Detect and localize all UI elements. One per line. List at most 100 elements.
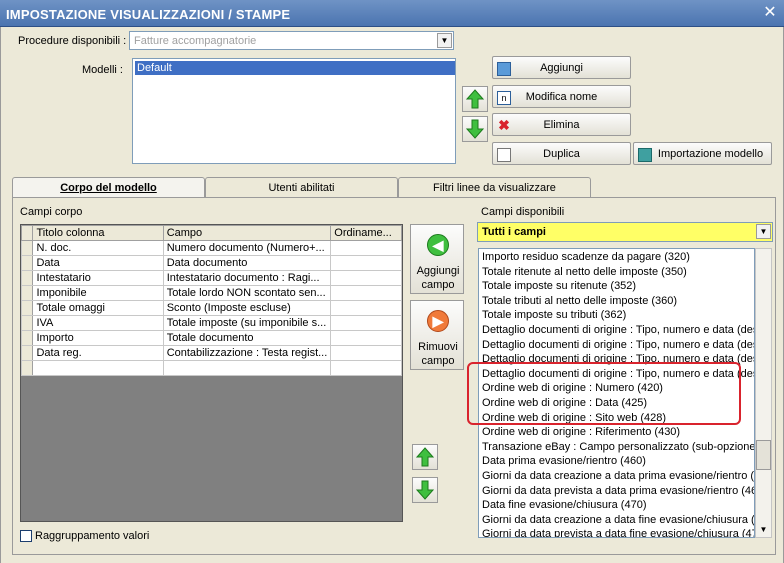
table-cell[interactable]: N. doc.	[32, 240, 164, 256]
tab-utenti-abilitati[interactable]: Utenti abilitati	[205, 177, 398, 198]
arrow-up-icon	[466, 89, 484, 109]
available-filter-select[interactable]: Tutti i campi ▼	[477, 222, 773, 242]
row-header[interactable]	[20, 285, 34, 301]
table-cell[interactable]	[330, 330, 402, 346]
window-title: IMPOSTAZIONE VISUALIZZAZIONI / STAMPE	[6, 7, 291, 22]
table-cell[interactable]	[32, 360, 164, 376]
list-item[interactable]: Ordine web di origine : Riferimento (430…	[482, 425, 680, 440]
row-header-corner	[20, 225, 34, 241]
table-cell[interactable]: Sconto (Imposte escluse)	[162, 300, 332, 316]
table-cell[interactable]: Numero documento (Numero+...	[162, 240, 332, 256]
chevron-down-icon[interactable]: ▼	[437, 33, 452, 48]
corpo-label: Campi corpo	[20, 206, 83, 218]
table-cell[interactable]: Importo	[32, 330, 164, 346]
list-item[interactable]: Dettaglio documenti di origine : Tipo, n…	[482, 338, 754, 353]
table-cell[interactable]: Data reg.	[32, 345, 164, 361]
grouping-checkbox[interactable]	[20, 530, 32, 542]
move-down-button[interactable]	[462, 116, 488, 142]
table-cell[interactable]: IVA	[32, 315, 164, 331]
rename-model-button[interactable]: n Modifica nome	[492, 85, 631, 108]
list-item[interactable]: Totale imposte su tributi (362)	[482, 308, 626, 323]
scrollbar-thumb[interactable]	[756, 440, 771, 470]
field-down-button[interactable]	[412, 477, 438, 503]
row-header[interactable]	[20, 255, 34, 271]
row-header[interactable]	[20, 240, 34, 256]
list-item[interactable]: Data fine evasione/chiusura (470)	[482, 498, 646, 513]
list-item[interactable]: Giorni da data prevista a data prima eva…	[482, 484, 754, 499]
table-cell[interactable]: Totale omaggi	[32, 300, 164, 316]
corpo-grid[interactable]: Titolo colonna Campo Ordiname... N. doc.…	[20, 224, 403, 522]
row-header[interactable]	[20, 360, 34, 376]
remove-field-button[interactable]: ▶ Rimuovi campo	[410, 300, 464, 370]
list-item[interactable]: Importo residuo scadenze da pagare (320)	[482, 250, 690, 265]
add-field-label-1: Aggiungi	[416, 265, 460, 277]
table-row[interactable]: Imponibile Totale lordo NON scontato sen.…	[20, 285, 402, 301]
table-row[interactable]	[20, 360, 402, 376]
list-item[interactable]: Totale ritenute al netto delle imposte (…	[482, 265, 687, 280]
model-item-default[interactable]: Default	[135, 61, 455, 75]
tab-filtri-linee[interactable]: Filtri linee da visualizzare	[398, 177, 591, 198]
chevron-down-icon[interactable]: ▼	[756, 224, 771, 239]
add-model-button[interactable]: Aggiungi	[492, 56, 631, 79]
list-item[interactable]: Giorni da data prevista a data fine evas…	[482, 527, 754, 537]
table-cell[interactable]: Imponibile	[32, 285, 164, 301]
table-cell[interactable]	[330, 285, 402, 301]
table-cell[interactable]	[162, 360, 332, 376]
table-cell[interactable]: Data documento	[162, 255, 332, 271]
list-item[interactable]: Giorni da data creazione a data fine eva…	[482, 513, 754, 528]
procedures-select[interactable]: Fatture accompagnatorie ▼	[129, 31, 454, 50]
close-icon[interactable]: ✕	[760, 3, 780, 23]
add-field-button[interactable]: ◀ Aggiungi campo	[410, 224, 464, 294]
table-cell[interactable]	[330, 270, 402, 286]
import-model-button[interactable]: Importazione modello	[633, 142, 772, 165]
scroll-down-icon[interactable]: ▼	[756, 522, 771, 537]
table-cell[interactable]: Intestatario	[32, 270, 164, 286]
row-header[interactable]	[20, 315, 34, 331]
table-cell[interactable]: Totale lordo NON scontato sen...	[162, 285, 332, 301]
table-cell[interactable]: Totale documento	[162, 330, 332, 346]
column-header[interactable]: Titolo colonna	[32, 225, 164, 241]
models-label: Modelli :	[82, 64, 123, 76]
table-cell[interactable]: Data	[32, 255, 164, 271]
table-cell[interactable]: Totale imposte (su imponibile s...	[162, 315, 332, 331]
available-filter-value: Tutti i campi	[482, 226, 546, 238]
delete-model-label: Elimina	[543, 119, 580, 131]
move-up-button[interactable]	[462, 86, 488, 112]
table-row[interactable]: N. doc. Numero documento (Numero+...	[20, 240, 402, 256]
list-item[interactable]: Totale imposte su ritenute (352)	[482, 279, 636, 294]
table-cell[interactable]	[330, 240, 402, 256]
table-row[interactable]: Importo Totale documento	[20, 330, 402, 346]
table-cell[interactable]: Intestatario documento : Ragi...	[162, 270, 332, 286]
table-cell[interactable]	[330, 255, 402, 271]
models-list[interactable]: Default	[132, 58, 456, 164]
table-cell[interactable]	[330, 315, 402, 331]
table-row[interactable]: Totale omaggi Sconto (Imposte escluse)	[20, 300, 402, 316]
table-row[interactable]: IVA Totale imposte (su imponibile s...	[20, 315, 402, 331]
table-cell[interactable]	[330, 345, 402, 361]
table-cell[interactable]	[330, 300, 402, 316]
duplicate-model-button[interactable]: Duplica	[492, 142, 631, 165]
table-cell[interactable]: Contabilizzazione : Testa regist...	[162, 345, 332, 361]
tab-corpo-modello[interactable]: Corpo del modello	[12, 177, 205, 198]
row-header[interactable]	[20, 300, 34, 316]
row-header[interactable]	[20, 270, 34, 286]
list-item[interactable]: Totale tributi al netto delle imposte (3…	[482, 294, 677, 309]
table-row[interactable]: Data Data documento	[20, 255, 402, 271]
field-up-button[interactable]	[412, 444, 438, 470]
add-model-label: Aggiungi	[540, 62, 583, 74]
table-row[interactable]: Intestatario Intestatario documento : Rag…	[20, 270, 402, 286]
column-header[interactable]: Ordiname...	[330, 225, 402, 241]
list-item[interactable]: Transazione eBay : Campo personalizzato …	[482, 440, 754, 455]
list-item[interactable]: Dettaglio documenti di origine : Tipo, n…	[482, 323, 754, 338]
row-header[interactable]	[20, 330, 34, 346]
available-scrollbar[interactable]	[755, 248, 772, 538]
table-row[interactable]: Data reg. Contabilizzazione : Testa regis…	[20, 345, 402, 361]
delete-model-button[interactable]: ✖ Elimina	[492, 113, 631, 136]
list-item[interactable]: Data prima evasione/rientro (460)	[482, 454, 646, 469]
column-header[interactable]: Campo	[162, 225, 332, 241]
list-item[interactable]: Giorni da data creazione a data prima ev…	[482, 469, 754, 484]
arrow-down-icon	[416, 480, 434, 500]
row-header[interactable]	[20, 345, 34, 361]
corpo-table[interactable]: Titolo colonna Campo Ordiname... N. doc.…	[20, 225, 402, 376]
table-cell[interactable]	[330, 360, 402, 376]
